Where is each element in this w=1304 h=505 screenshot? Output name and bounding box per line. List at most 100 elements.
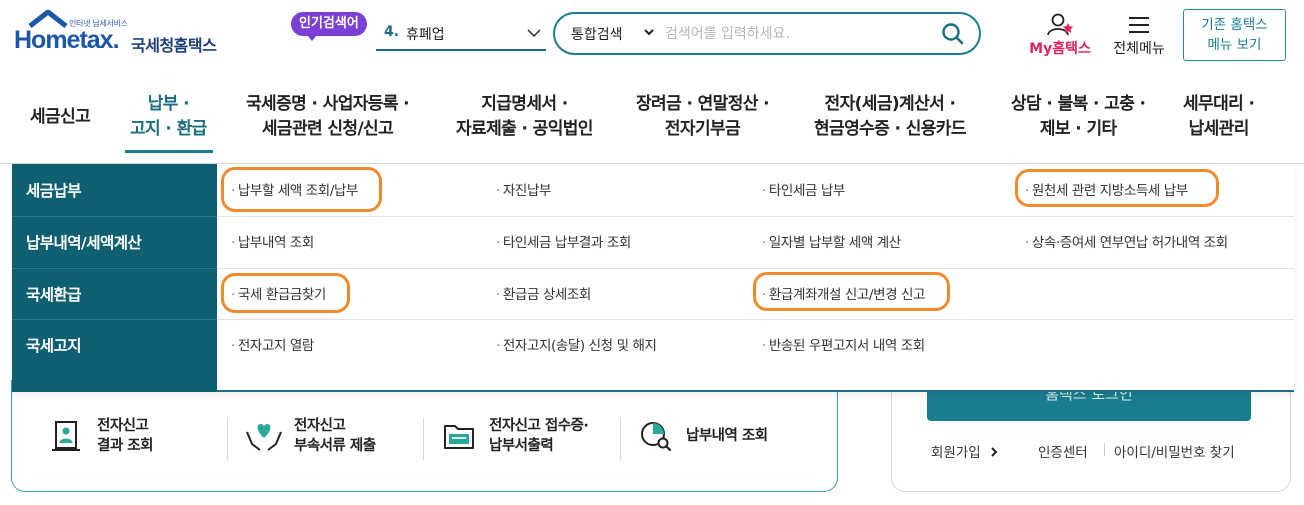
cert-center-link[interactable]: 인증센터 (1038, 441, 1088, 461)
gnb-certificate-registration[interactable]: 국세증명 · 사업자등록 · 세금관련 신청/신고 (246, 92, 410, 142)
link-label: 타인세금 납부결과 조회 (502, 235, 631, 251)
gnb-label: 세금신고 (30, 107, 91, 127)
gnb-label: 상담 · 불복 · 고충 · (1011, 94, 1146, 114)
find-id-password-link[interactable]: 아이디/비밀번호 찾기 (1114, 441, 1235, 461)
all-menu-label: 전체메뉴 (1113, 41, 1165, 57)
login-button[interactable]: 홈택스 로그인 (927, 390, 1251, 421)
gnb-label: 전자기부금 (664, 119, 741, 139)
gnb-label: 지급명세서 · (481, 94, 568, 114)
category-payment-history[interactable]: 납부내역/세액계산 (26, 231, 142, 253)
submenu-panel: 세금납부 납부내역/세액계산 국세환급 국세고지 · 납부할 세액 조회/납부 ·… (12, 164, 1294, 392)
popular-rank: 4. (384, 24, 400, 40)
chevron-right-icon (991, 447, 998, 457)
site-header: 인터넷 납세서비스 Hometax. 국세청홈택스 인기검색어 4. 휴폐업 통… (0, 0, 1304, 72)
chart-search-icon (641, 422, 672, 452)
gnb-electronic-invoice[interactable]: 전자(세금)계산서 · 현금영수증 · 신용카드 (814, 92, 966, 142)
link-returned-mail-notice[interactable]: · 반송된 우편고지서 내역 조회 (762, 334, 925, 354)
gnb-label: 국세증명 · 사업자등록 · (246, 94, 410, 114)
chevron-down-icon (644, 29, 654, 36)
hometax-logo[interactable]: 인터넷 납세서비스 Hometax. 국세청홈택스 (14, 10, 229, 62)
quick-label: 납부내역 조회 (686, 428, 768, 444)
user-star-icon (1047, 13, 1074, 36)
link-payment-history[interactable]: · 납부내역 조회 (231, 231, 314, 251)
heart-hands-icon (246, 424, 282, 451)
bullet: · (496, 183, 500, 199)
bullet: · (496, 338, 500, 354)
gnb-label: 세무대리 · (1183, 94, 1255, 114)
search-bar: 통합검색 (553, 12, 981, 55)
link-refund-detail[interactable]: · 환급금 상세조회 (496, 283, 591, 303)
quick-label: 납부서출력 (489, 438, 554, 454)
link-label: 전자고지(송달) 신청 및 해지 (502, 338, 657, 354)
popular-keyword: 휴폐업 (406, 27, 445, 43)
main-navigation: 세금신고 납부 · 고지 · 환급 국세증명 · 사업자등록 · 세금관련 신청… (0, 72, 1304, 164)
signup-link[interactable]: 회원가입 (931, 441, 999, 461)
popular-search-badge: 인기검색어 (291, 12, 367, 41)
quick-divider (227, 418, 228, 460)
gnb-label: 현금영수증 · 신용카드 (814, 119, 966, 139)
link-self-payment[interactable]: · 자진납부 (496, 179, 551, 199)
bullet: · (231, 338, 235, 354)
search-input[interactable] (665, 22, 935, 46)
quick-label: 부속서류 제출 (294, 438, 376, 454)
gnb-payment-notice-refund[interactable]: 납부 · 고지 · 환급 (130, 92, 207, 142)
link-daily-tax-calc[interactable]: · 일자별 납부할 세액 계산 (762, 231, 901, 251)
gnb-label: 제보 · 기타 (1039, 119, 1117, 139)
gnb-tax-agent[interactable]: 세무대리 · 납세관리 (1183, 92, 1255, 142)
gnb-consultation-appeal[interactable]: 상담 · 불복 · 고충 · 제보 · 기타 (1011, 92, 1146, 142)
row-divider (217, 268, 1294, 269)
hamburger-menu-icon (1129, 17, 1149, 33)
signup-label: 회원가입 (931, 445, 981, 461)
receipt-folder-icon (444, 425, 474, 449)
gnb-incentive-yearend[interactable]: 장려금 · 연말정산 · 전자기부금 (636, 92, 770, 142)
util-divider (1104, 443, 1105, 456)
gnb-label: 전자(세금)계산서 · (824, 94, 956, 114)
quick-label: 전자신고 (97, 418, 149, 434)
my-hometax-button[interactable]: My홈택스 (1024, 12, 1096, 60)
category-tax-notice[interactable]: 국세고지 (26, 334, 82, 356)
category-tax-payment[interactable]: 세금납부 (26, 179, 82, 201)
all-menu-button[interactable]: 전체메뉴 (1107, 12, 1171, 60)
link-label: 전자고지 열람 (237, 338, 314, 354)
link-label: 타인세금 납부 (768, 183, 845, 199)
link-label: 상속·증여세 연부연납 허가내역 조회 (1031, 235, 1228, 251)
bullet: · (496, 235, 500, 251)
row-divider (217, 216, 1294, 217)
old-hometax-line1: 기존 홈택스 (1201, 17, 1268, 33)
link-e-notice-view[interactable]: · 전자고지 열람 (231, 334, 314, 354)
link-label: 반송된 우편고지서 내역 조회 (768, 338, 925, 354)
gnb-tax-filing[interactable]: 세금신고 (30, 105, 91, 130)
category-tax-refund[interactable]: 국세환급 (26, 283, 82, 305)
link-others-tax-payment[interactable]: · 타인세금 납부 (762, 179, 845, 199)
bullet: · (762, 183, 766, 199)
gnb-label: 자료제출 · 공익법인 (456, 119, 593, 139)
logo-wordmark: Hometax. (14, 26, 120, 54)
bullet: · (1025, 235, 1029, 251)
logo-korean-name: 국세청홈택스 (131, 36, 217, 55)
category-divider (12, 216, 217, 217)
search-category-select[interactable]: 통합검색 (571, 24, 623, 44)
link-installment-permit[interactable]: · 상속·증여세 연부연납 허가내역 조회 (1025, 231, 1228, 251)
link-e-notice-apply[interactable]: · 전자고지(송달) 신청 및 해지 (496, 334, 657, 354)
highlight-refund-account (753, 272, 950, 311)
document-person-icon (52, 421, 80, 451)
row-divider (217, 319, 1294, 320)
popular-search-select[interactable]: 4. 휴폐업 (376, 19, 546, 51)
gnb-payment-statement[interactable]: 지급명세서 · 자료제출 · 공익법인 (456, 92, 593, 142)
gnb-label: 세금관련 신청/신고 (261, 119, 394, 139)
category-divider (12, 319, 217, 320)
gnb-label: 납부 · (147, 94, 190, 114)
search-icon[interactable] (941, 22, 965, 46)
quick-label: 전자신고 접수증· (489, 418, 589, 434)
old-hometax-menu-button[interactable]: 기존 홈택스 메뉴 보기 (1183, 9, 1286, 61)
chevron-down-icon (527, 29, 541, 38)
quick-divider (423, 418, 424, 460)
link-label: 납부내역 조회 (237, 235, 314, 251)
link-others-payment-result[interactable]: · 타인세금 납부결과 조회 (496, 231, 631, 251)
link-label: 일자별 납부할 세액 계산 (768, 235, 901, 251)
highlight-withholding-local-tax (1015, 169, 1219, 207)
bullet: · (762, 338, 766, 354)
my-hometax-label: My홈택스 (1029, 41, 1091, 57)
highlight-find-refund (221, 273, 350, 313)
quick-label: 전자신고 (294, 418, 346, 434)
